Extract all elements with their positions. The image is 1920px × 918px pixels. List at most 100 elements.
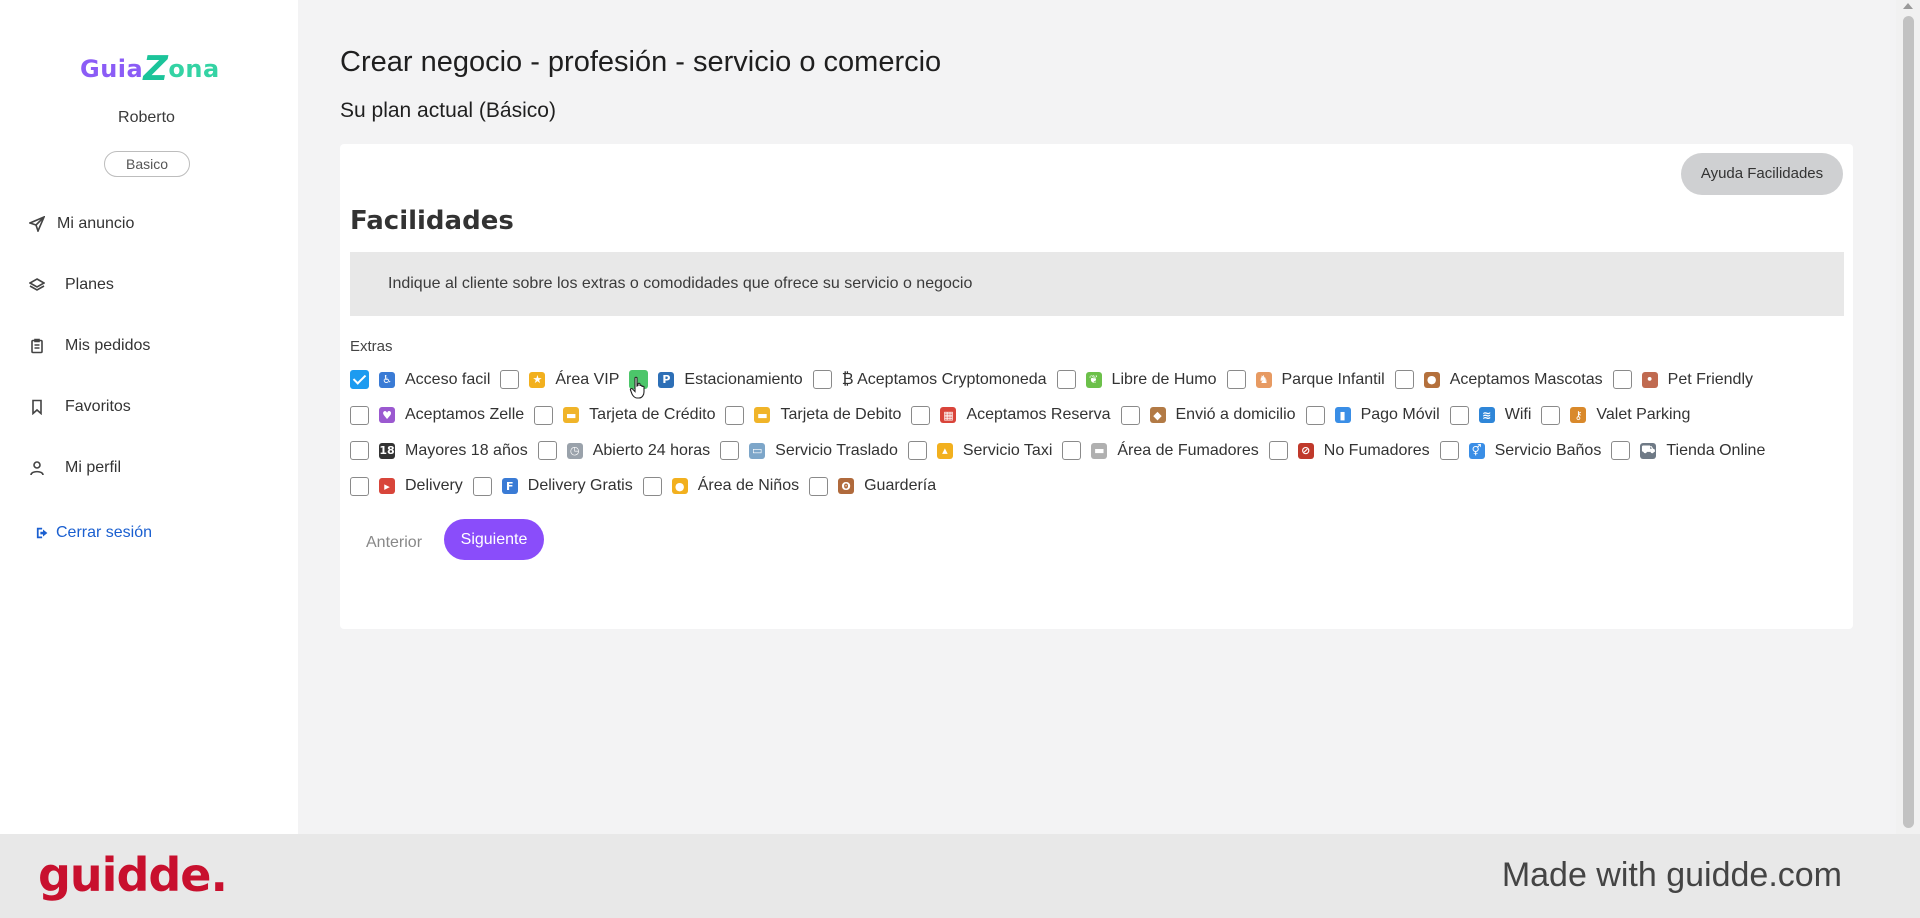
- nav-item-mi-anuncio[interactable]: Mi anuncio: [29, 215, 134, 233]
- extra-checkbox[interactable]: [1449, 405, 1469, 425]
- scroll-thumb[interactable]: [1903, 16, 1914, 828]
- extra-option-label: Valet Parking: [1596, 406, 1691, 424]
- extra-checkbox[interactable]: [1541, 405, 1561, 425]
- scroll-up-arrow-icon[interactable]: [1903, 3, 1913, 9]
- extra-checkbox[interactable]: [350, 441, 369, 461]
- extra-checkbox[interactable]: [1439, 441, 1459, 461]
- extra-option[interactable]: ♥ Aceptamos Zelle: [350, 405, 524, 425]
- nav-item-planes[interactable]: Planes: [29, 276, 114, 294]
- dog-icon: ●: [1423, 371, 1440, 388]
- app-logo[interactable]: GuiaZona: [80, 46, 220, 89]
- extra-checkbox[interactable]: [720, 441, 740, 461]
- extra-option-label: Pet Friendly: [1667, 370, 1754, 388]
- extra-option[interactable]: ♿ Acceso facil: [350, 370, 490, 390]
- extra-option[interactable]: • Pet Friendly: [1612, 370, 1754, 390]
- star-icon: ★: [529, 371, 546, 388]
- help-facilities-button[interactable]: Ayuda Facilidades: [1681, 153, 1843, 195]
- extra-checkbox[interactable]: [500, 370, 520, 390]
- extra-checkbox[interactable]: [1394, 370, 1414, 390]
- extra-option-label: Wifi: [1504, 406, 1532, 424]
- extra-option[interactable]: 18 Mayores 18 años: [350, 441, 528, 461]
- logout-link[interactable]: Cerrar sesión: [36, 524, 152, 542]
- extra-option-label: Pago Móvil: [1360, 406, 1440, 424]
- extra-option[interactable]: ▸ Delivery: [350, 476, 463, 496]
- extra-option[interactable]: ◆ Envió a domicilio: [1120, 405, 1296, 425]
- extra-option[interactable]: ≋ Wifi: [1449, 405, 1532, 425]
- extra-option[interactable]: P Estacionamiento: [629, 370, 803, 390]
- extra-checkbox[interactable]: [1056, 370, 1076, 390]
- footer-banner: guidde. Made with guidde.com: [0, 834, 1920, 918]
- scooter-icon: ▸: [379, 478, 395, 495]
- extras-row: ♥ Aceptamos Zelle ▬ Tarjeta de Crédito ▬ Tarj…: [350, 398, 1850, 434]
- bookmark-icon: [32, 399, 42, 415]
- extra-option[interactable]: ₿ Aceptamos Cryptomoneda: [812, 370, 1047, 390]
- nav-item-label: Favoritos: [65, 398, 131, 415]
- extra-option[interactable]: ● Área de Niños: [642, 476, 799, 496]
- page-scrollbar[interactable]: [1896, 0, 1920, 834]
- extra-option-label: Parque Infantil: [1281, 370, 1385, 388]
- nav-item-mis-pedidos[interactable]: Mis pedidos: [29, 337, 150, 355]
- extra-option-label: Aceptamos Mascotas: [1449, 370, 1603, 388]
- extra-option[interactable]: ⛟ Tienda Online: [1611, 441, 1766, 461]
- extra-checkbox[interactable]: [1226, 370, 1246, 390]
- mobile-payment-icon: ▮: [1334, 407, 1351, 424]
- extra-option-label: Área VIP: [555, 370, 620, 388]
- extra-option-label: Servicio Traslado: [775, 441, 898, 459]
- extra-checkbox[interactable]: [350, 370, 369, 390]
- extra-option[interactable]: ▦ Aceptamos Reserva: [911, 405, 1111, 425]
- extra-option[interactable]: ★ Área VIP: [500, 370, 620, 390]
- extra-checkbox[interactable]: [350, 476, 369, 496]
- extra-option[interactable]: ▬ Tarjeta de Crédito: [534, 405, 715, 425]
- extra-checkbox[interactable]: [350, 405, 369, 425]
- no-smoking-icon: ⊘: [1297, 442, 1314, 459]
- extra-option[interactable]: ⚥ Servicio Baños: [1439, 441, 1601, 461]
- extra-checkbox[interactable]: [1268, 441, 1288, 461]
- extra-checkbox[interactable]: [907, 441, 927, 461]
- extra-checkbox[interactable]: [534, 405, 554, 425]
- extra-option[interactable]: ♞ Parque Infantil: [1226, 370, 1385, 390]
- extra-option[interactable]: ▴ Servicio Taxi: [907, 441, 1053, 461]
- extra-option[interactable]: ▭ Servicio Traslado: [720, 441, 898, 461]
- extra-checkbox[interactable]: [809, 476, 829, 496]
- extra-option[interactable]: ▮ Pago Móvil: [1305, 405, 1440, 425]
- made-with-text: Made with guidde.com: [1501, 856, 1842, 894]
- extra-checkbox[interactable]: [537, 441, 557, 461]
- nav-item-label: Mis pedidos: [65, 337, 151, 354]
- extra-checkbox[interactable]: [725, 405, 745, 425]
- extra-option-label: Servicio Taxi: [962, 441, 1053, 459]
- extra-checkbox[interactable]: [1305, 405, 1325, 425]
- extra-checkbox[interactable]: [1062, 441, 1082, 461]
- extra-checkbox[interactable]: [911, 405, 931, 425]
- extra-option-label: Guardería: [864, 477, 937, 495]
- nav-item-favoritos[interactable]: Favoritos: [29, 398, 131, 416]
- extra-option[interactable]: F Delivery Gratis: [472, 476, 633, 496]
- package-icon: ◆: [1149, 407, 1166, 424]
- extra-option[interactable]: ▬ Tarjeta de Debito: [725, 405, 901, 425]
- guidde-logo: guidde.: [38, 848, 228, 902]
- extra-option[interactable]: ● Aceptamos Mascotas: [1394, 370, 1603, 390]
- extra-checkbox[interactable]: [472, 476, 492, 496]
- extra-checkbox[interactable]: [1120, 405, 1140, 425]
- extra-option[interactable]: ❦ Libre de Humo: [1056, 370, 1217, 390]
- extra-option[interactable]: ⊘ No Fumadores: [1268, 441, 1430, 461]
- current-plan-text: Su plan actual (Básico): [340, 99, 556, 122]
- extra-checkbox[interactable]: [1611, 441, 1631, 461]
- next-button[interactable]: Siguiente: [444, 519, 544, 560]
- nav-item-mi-perfil[interactable]: Mi perfil: [29, 459, 121, 477]
- extra-option-label: Aceptamos Reserva: [966, 406, 1111, 424]
- extra-option[interactable]: ▬ Área de Fumadores: [1062, 441, 1259, 461]
- adults-only-icon: 18: [379, 442, 395, 459]
- extra-option[interactable]: ⚷ Valet Parking: [1541, 405, 1691, 425]
- logout-label: Cerrar sesión: [56, 524, 153, 541]
- plan-badge: Basico: [104, 151, 190, 177]
- credit-card-icon: ▬: [563, 407, 580, 424]
- extra-checkbox[interactable]: [812, 370, 832, 390]
- extra-checkbox[interactable]: [1612, 370, 1632, 390]
- extra-checkbox[interactable]: [642, 476, 662, 496]
- extra-option-label: Tienda Online: [1666, 441, 1766, 459]
- nav-item-label: Mi perfil: [65, 459, 122, 476]
- extra-option[interactable]: ◷ Abierto 24 horas: [537, 441, 710, 461]
- parking-icon: P: [658, 371, 675, 388]
- previous-button[interactable]: Anterior: [366, 534, 422, 552]
- extra-option[interactable]: ʘ Guardería: [809, 476, 937, 496]
